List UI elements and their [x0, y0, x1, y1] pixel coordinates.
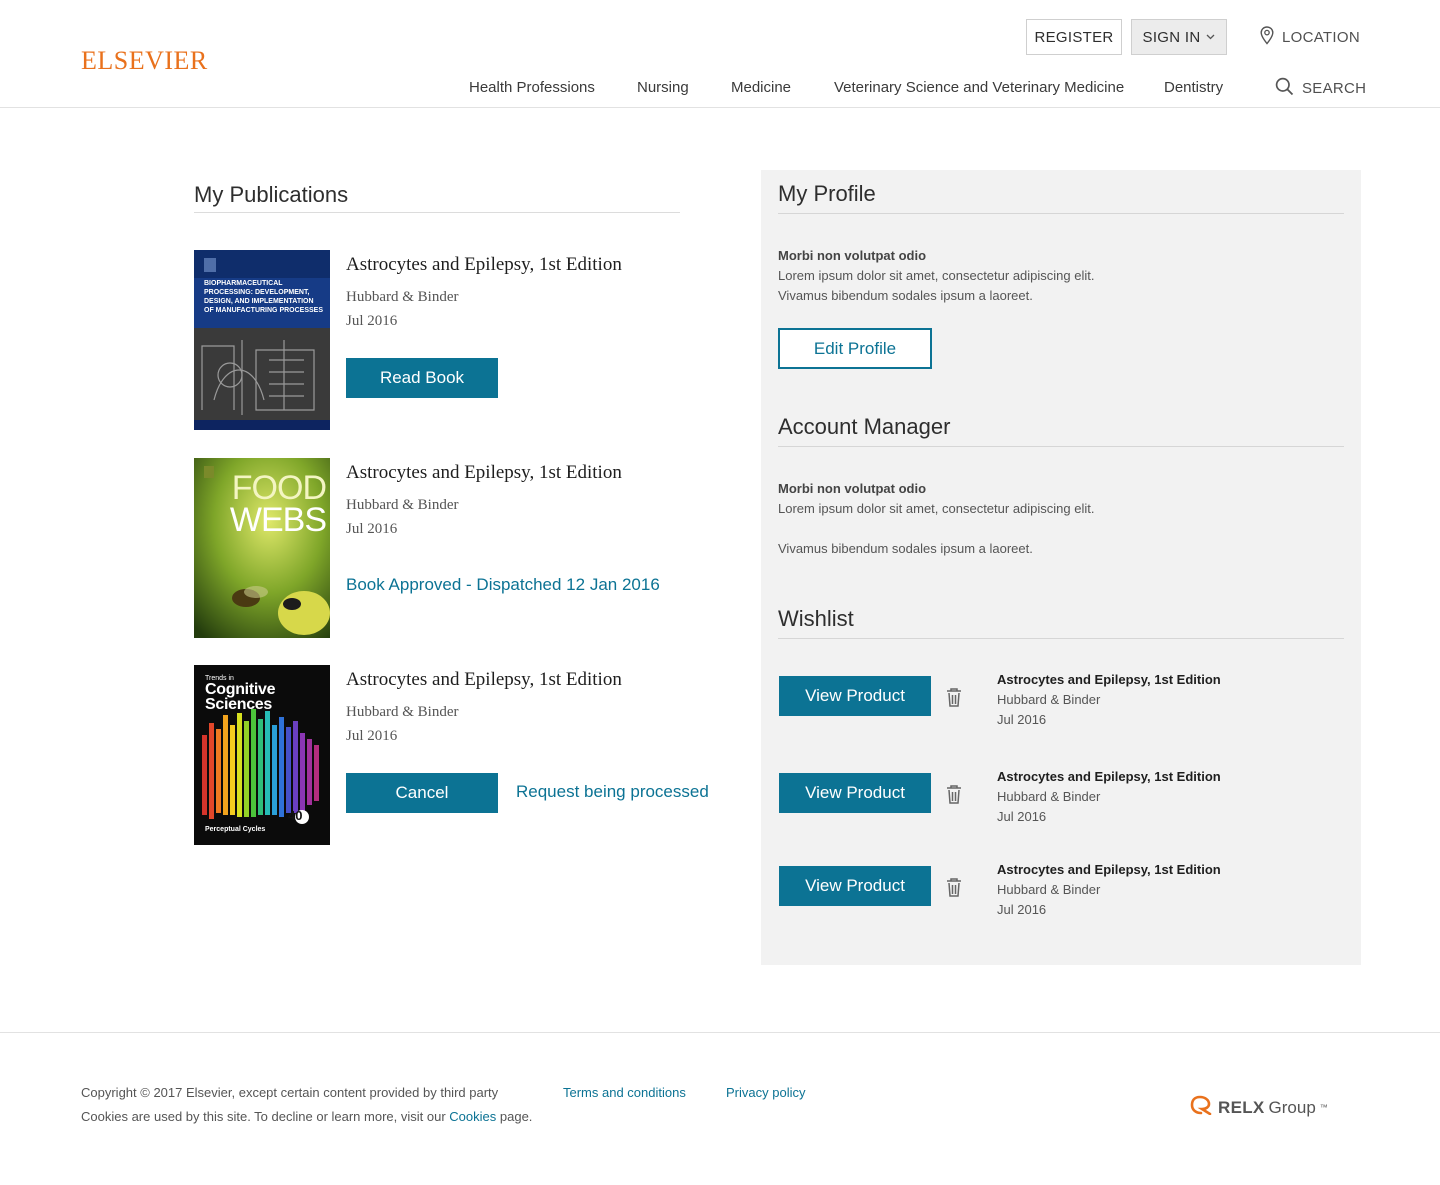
- register-button[interactable]: REGISTER: [1026, 19, 1122, 55]
- relx-trademark: ™: [1319, 1103, 1328, 1112]
- publication-author: Hubbard & Binder: [346, 704, 459, 720]
- sign-in-label: SIGN IN: [1142, 28, 1201, 46]
- nav-health-professions[interactable]: Health Professions: [469, 79, 595, 96]
- book-cover[interactable]: Trends in Cognitive Sciences Perceptual …: [194, 665, 330, 845]
- wishlist-date: Jul 2016: [997, 902, 1047, 917]
- publication-author: Hubbard & Binder: [346, 289, 459, 305]
- publication-title[interactable]: Astrocytes and Epilepsy, 1st Edition: [346, 462, 622, 484]
- location-pin-icon: [1260, 26, 1274, 49]
- site-footer: Copyright © 2017 Elsevier, except certai…: [0, 1032, 1440, 1185]
- view-product-button[interactable]: View Product: [779, 866, 931, 906]
- publication-date: Jul 2016: [346, 728, 398, 744]
- publication-item: Trends in Cognitive Sciences Perceptual …: [194, 665, 754, 845]
- search-label: SEARCH: [1302, 80, 1367, 97]
- relx-mark-icon: [1190, 1095, 1214, 1120]
- book-status-link[interactable]: Book Approved - Dispatched 12 Jan 2016: [346, 575, 660, 595]
- relx-group: Group: [1268, 1097, 1316, 1117]
- nav-medicine[interactable]: Medicine: [731, 79, 791, 96]
- edit-profile-button[interactable]: Edit Profile: [778, 328, 932, 369]
- elsevier-logo[interactable]: ELSEVIER: [81, 46, 208, 76]
- divider: [778, 213, 1344, 214]
- divider: [778, 446, 1344, 447]
- main-nav: Health Professions Nursing Medicine Vete…: [0, 79, 1440, 99]
- publication-title[interactable]: Astrocytes and Epilepsy, 1st Edition: [346, 254, 622, 276]
- cover-title-line2: WEBS: [229, 501, 327, 539]
- cover-title-line2: Sciences: [205, 696, 272, 713]
- sign-in-button[interactable]: SIGN IN: [1131, 19, 1227, 55]
- publication-date: Jul 2016: [346, 521, 398, 537]
- location-label: LOCATION: [1282, 29, 1360, 46]
- cover-title-line1: FOOD: [231, 469, 327, 507]
- cover-title: BIOPHARMACEUTICAL PROCESSING: DEVELOPMEN…: [204, 280, 324, 314]
- location-button[interactable]: LOCATION: [1260, 26, 1360, 49]
- trash-icon[interactable]: [945, 784, 963, 804]
- terms-link[interactable]: Terms and conditions: [563, 1085, 686, 1100]
- nav-veterinary[interactable]: Veterinary Science and Veterinary Medici…: [834, 79, 1124, 96]
- wishlist-author: Hubbard & Binder: [997, 692, 1101, 707]
- divider: [778, 638, 1344, 639]
- cover-title: Cognitive Sciences: [205, 681, 276, 713]
- cover-badge: 40: [288, 808, 303, 823]
- wishlist-title[interactable]: Astrocytes and Epilepsy, 1st Edition: [997, 769, 1221, 784]
- cookies-text: Cookies are used by this site. To declin…: [81, 1109, 446, 1124]
- wishlist-heading: Wishlist: [778, 606, 854, 631]
- cover-title: FOOD WEBS: [229, 469, 327, 539]
- wishlist-item: View Product Astrocytes and Epilepsy, 1s…: [779, 862, 1339, 926]
- view-product-button[interactable]: View Product: [779, 676, 931, 716]
- publication-item: BIOPHARMACEUTICAL PROCESSING: DEVELOPMEN…: [194, 250, 754, 430]
- sidebar-panel: My Profile Morbi non volutpat odio Lorem…: [761, 170, 1361, 965]
- relx-logo[interactable]: RELX Group ™: [1190, 1095, 1328, 1120]
- wishlist-item: View Product Astrocytes and Epilepsy, 1s…: [779, 672, 1339, 736]
- wishlist-title[interactable]: Astrocytes and Epilepsy, 1st Edition: [997, 862, 1221, 877]
- copyright-text: Copyright © 2017 Elsevier, except certai…: [81, 1085, 499, 1100]
- cookies-notice: Cookies are used by this site. To declin…: [81, 1109, 532, 1124]
- search-icon: [1275, 77, 1294, 100]
- trash-icon[interactable]: [945, 687, 963, 707]
- search-button[interactable]: SEARCH: [1275, 77, 1366, 100]
- book-cover[interactable]: FOOD WEBS: [194, 458, 330, 638]
- cover-title-line1: Cognitive: [205, 681, 276, 698]
- profile-heading: My Profile: [778, 181, 876, 206]
- divider: [194, 212, 680, 213]
- book-cover[interactable]: BIOPHARMACEUTICAL PROCESSING: DEVELOPMEN…: [194, 250, 330, 430]
- publication-title[interactable]: Astrocytes and Epilepsy, 1st Edition: [346, 669, 622, 691]
- site-header: ELSEVIER REGISTER SIGN IN LOCATION Healt…: [0, 0, 1440, 108]
- cookies-text: page.: [499, 1109, 533, 1124]
- wishlist-title[interactable]: Astrocytes and Epilepsy, 1st Edition: [997, 672, 1221, 687]
- wishlist-date: Jul 2016: [997, 809, 1047, 824]
- publications-heading: My Publications: [194, 182, 349, 207]
- wishlist-item: View Product Astrocytes and Epilepsy, 1s…: [779, 769, 1339, 833]
- nav-nursing[interactable]: Nursing: [637, 79, 689, 96]
- publication-date: Jul 2016: [346, 313, 398, 329]
- privacy-link[interactable]: Privacy policy: [726, 1085, 805, 1100]
- account-manager-heading: Account Manager: [778, 414, 951, 439]
- request-status-link[interactable]: Request being processed: [516, 782, 709, 802]
- profile-line: Vivamus bibendum sodales ipsum a laoreet…: [778, 288, 1033, 303]
- profile-name: Morbi non volutpat odio: [778, 248, 927, 263]
- nav-dentistry[interactable]: Dentistry: [1164, 79, 1223, 96]
- cover-caption: Perceptual Cycles: [205, 826, 266, 833]
- account-manager-line: Vivamus bibendum sodales ipsum a laoreet…: [778, 541, 1033, 556]
- read-book-button[interactable]: Read Book: [346, 358, 498, 398]
- publication-item: FOOD WEBS Astrocytes and Epilepsy, 1st E…: [194, 458, 754, 638]
- chevron-down-icon: [1206, 32, 1215, 43]
- cancel-button[interactable]: Cancel: [346, 773, 498, 813]
- wishlist-author: Hubbard & Binder: [997, 882, 1101, 897]
- trash-icon[interactable]: [945, 877, 963, 897]
- view-product-button[interactable]: View Product: [779, 773, 931, 813]
- wishlist-date: Jul 2016: [997, 712, 1047, 727]
- account-manager-name: Morbi non volutpat odio: [778, 481, 927, 496]
- wishlist-author: Hubbard & Binder: [997, 789, 1101, 804]
- relx-brand: RELX: [1218, 1097, 1265, 1117]
- profile-line: Lorem ipsum dolor sit amet, consectetur …: [778, 268, 1095, 283]
- cookies-link[interactable]: Cookies: [449, 1109, 496, 1124]
- publication-author: Hubbard & Binder: [346, 497, 459, 513]
- account-manager-line: Lorem ipsum dolor sit amet, consectetur …: [778, 501, 1095, 516]
